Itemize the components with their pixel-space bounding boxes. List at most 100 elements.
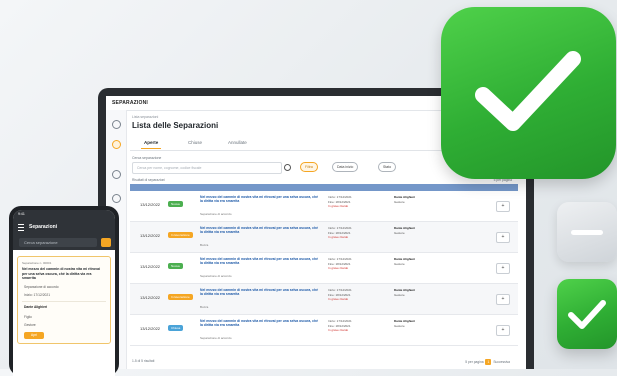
row-person-name: Dante Alighieri bbox=[394, 257, 416, 261]
row-warning: In grave ritardo bbox=[328, 266, 349, 271]
row-subtitle: Separazione di accordo bbox=[200, 336, 232, 340]
row-subtitle: Separazione di accordo bbox=[200, 274, 232, 278]
phone-search-bar: Cerca separazione bbox=[13, 236, 115, 250]
row-dates: Inizio: 17/12/2021 Fine: 18/12/2021 In gra… bbox=[328, 195, 352, 209]
folder-icon bbox=[111, 140, 121, 149]
search-input[interactable]: Cerca per nome, cognome, codice fiscale bbox=[132, 162, 282, 174]
row-warning: In grave ritardo bbox=[328, 235, 349, 240]
row-end-date: Fine: 18/12/2021 bbox=[328, 199, 351, 204]
phone-header: Separazioni bbox=[13, 218, 115, 236]
card-field-3: Gestore bbox=[24, 323, 36, 327]
row-start-date: Inizio: 17/12/2021 bbox=[328, 288, 352, 292]
tab-annullate[interactable]: Annullate bbox=[228, 140, 247, 145]
filter-icon[interactable] bbox=[101, 238, 111, 247]
card-title: Nel mezzo del cammin di nostra vita mi r… bbox=[22, 267, 100, 281]
row-end-date: Fine: 18/12/2021 bbox=[328, 292, 351, 297]
row-role: Gestore bbox=[394, 323, 405, 328]
row-role: Gestore bbox=[394, 199, 405, 204]
card-divider bbox=[22, 301, 106, 302]
status-badge: Chiusa bbox=[168, 325, 184, 331]
date-filter-chip[interactable]: Data inizio bbox=[332, 162, 359, 172]
sidebar-item-home[interactable] bbox=[108, 120, 124, 129]
table-row[interactable]: 13/12/2022 In lavorazione Nel mezzo del ca… bbox=[130, 284, 518, 315]
tab-chiuse[interactable]: Chiuse bbox=[188, 140, 202, 145]
checkmark-icon bbox=[475, 51, 581, 131]
row-dates: Inizio: 17/12/2021 Fine: 18/12/2021 In gra… bbox=[328, 257, 352, 271]
pagination: 5 per pagina 1 Successiva bbox=[465, 359, 510, 365]
sidebar-item-separazioni[interactable] bbox=[108, 140, 124, 149]
history-icon bbox=[111, 194, 121, 203]
results-count: Risultati di separazioni bbox=[132, 178, 165, 182]
row-warning: In grave ritardo bbox=[328, 204, 349, 209]
card-line-2: Inizio: 17/12/2021 bbox=[24, 293, 51, 297]
row-date: 13/12/2022 bbox=[140, 233, 161, 238]
row-action-button[interactable]: + bbox=[496, 294, 510, 305]
row-title[interactable]: Nel mezzo del cammin di nostra vita mi r… bbox=[200, 319, 318, 328]
row-action-button[interactable]: + bbox=[496, 325, 510, 336]
row-person: Dante Alighieri Gestore bbox=[394, 195, 415, 204]
phone-search-input[interactable]: Cerca separazione bbox=[19, 238, 97, 247]
row-date: 13/12/2022 bbox=[140, 295, 161, 300]
card-person: Dante Alighieri bbox=[24, 305, 48, 309]
phone-status-bar: 9:41 bbox=[13, 210, 115, 218]
row-warning: In grave ritardo bbox=[328, 328, 349, 333]
per-page-select[interactable]: 5 per pagina bbox=[465, 360, 483, 364]
row-title[interactable]: Nel mezzo del cammin di nostra vita mi r… bbox=[200, 288, 318, 297]
row-warning: In grave ritardo bbox=[328, 297, 349, 302]
breadcrumb[interactable]: Lista separazioni bbox=[132, 115, 158, 119]
row-end-date: Fine: 18/12/2021 bbox=[328, 230, 351, 235]
checkmark-icon bbox=[568, 300, 606, 329]
row-start-date: Inizio: 17/12/2021 bbox=[328, 319, 352, 323]
row-date: 13/12/2022 bbox=[140, 326, 161, 331]
row-title[interactable]: Nel mezzo del cammin di nostra vita mi r… bbox=[200, 257, 318, 266]
results-footer: 1-5 di 5 risultati bbox=[132, 359, 155, 363]
row-date: 13/12/2022 bbox=[140, 202, 161, 207]
filter-chip[interactable]: Filtra bbox=[300, 162, 318, 172]
row-person: Dante Alighieri Gestore bbox=[394, 257, 415, 266]
row-person-name: Dante Alighieri bbox=[394, 288, 416, 292]
table-row[interactable]: 13/12/2022 Nuova Nel mezzo del cammin di n… bbox=[130, 191, 518, 222]
status-filter-chip[interactable]: Stato bbox=[378, 162, 397, 172]
phone-mockup: 9:41 Separazioni Cerca separazione Separ… bbox=[9, 206, 119, 376]
sidebar-item-history[interactable] bbox=[108, 194, 124, 203]
table-row[interactable]: 13/12/2022 Chiusa Nel mezzo del cammin di … bbox=[130, 315, 518, 346]
row-person: Dante Alighieri Gestore bbox=[394, 288, 415, 297]
phone-card[interactable]: Separazione n. 00001 Nel mezzo del cammi… bbox=[17, 256, 111, 344]
row-title[interactable]: Nel mezzo del cammin di nostra vita mi r… bbox=[200, 226, 318, 235]
minus-tile bbox=[557, 202, 617, 262]
row-person-name: Dante Alighieri bbox=[394, 195, 416, 199]
home-icon bbox=[111, 120, 121, 129]
row-person: Dante Alighieri Gestore bbox=[394, 319, 415, 328]
big-check-tile bbox=[441, 7, 616, 179]
row-action-button[interactable]: + bbox=[496, 201, 510, 212]
row-title[interactable]: Nel mezzo del cammin di nostra vita mi r… bbox=[200, 195, 318, 204]
brand-logo: SEPARAZIONI bbox=[112, 100, 148, 106]
row-person: Dante Alighieri Gestore bbox=[394, 226, 415, 235]
row-action-button[interactable]: + bbox=[496, 232, 510, 243]
next-page-button[interactable]: Successiva bbox=[493, 360, 510, 364]
row-person-name: Dante Alighieri bbox=[394, 319, 416, 323]
sidebar-item-reports[interactable] bbox=[108, 170, 124, 179]
page-1-button[interactable]: 1 bbox=[485, 359, 492, 365]
table-row[interactable]: 13/12/2022 In lavorazione Nel mezzo del ca… bbox=[130, 222, 518, 253]
card-id: Separazione n. 00001 bbox=[22, 261, 52, 265]
menu-icon[interactable] bbox=[18, 224, 24, 231]
row-role: Gestore bbox=[394, 292, 405, 297]
card-open-button[interactable]: Apri bbox=[24, 332, 44, 339]
row-dates: Inizio: 17/12/2021 Fine: 18/12/2021 In gra… bbox=[328, 226, 352, 240]
row-subtitle: Bozza bbox=[200, 243, 209, 247]
table-header bbox=[130, 184, 518, 191]
search-placeholder: Cerca per nome, cognome, codice fiscale bbox=[137, 165, 202, 170]
phone-title: Separazioni bbox=[29, 224, 58, 230]
row-start-date: Inizio: 17/12/2021 bbox=[328, 257, 352, 261]
row-action-button[interactable]: + bbox=[496, 263, 510, 274]
search-label: Cerca separazione bbox=[132, 156, 162, 160]
row-dates: Inizio: 17/12/2021 Fine: 18/12/2021 In gra… bbox=[328, 288, 352, 302]
row-start-date: Inizio: 17/12/2021 bbox=[328, 195, 352, 199]
tab-aperte[interactable]: Aperte bbox=[140, 140, 162, 149]
row-end-date: Fine: 18/12/2021 bbox=[328, 323, 351, 328]
row-dates: Inizio: 17/12/2021 Fine: 18/12/2021 In gra… bbox=[328, 319, 352, 333]
row-date: 13/12/2022 bbox=[140, 264, 161, 269]
search-icon[interactable] bbox=[284, 164, 291, 171]
table-row[interactable]: 13/12/2022 Nuova Nel mezzo del cammin di n… bbox=[130, 253, 518, 284]
